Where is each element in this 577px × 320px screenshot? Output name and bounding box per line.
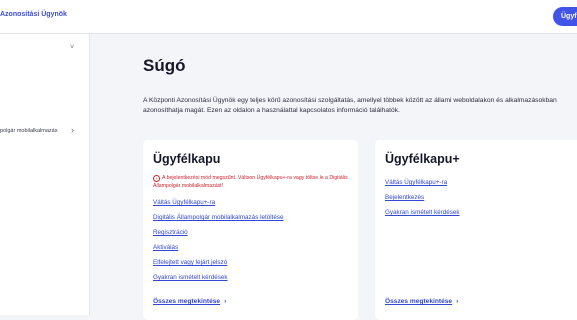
brand-title[interactable]: Azonosítási Ügynök (0, 11, 67, 18)
card-ugyfelkapu-plus: Ügyfélkapu+ Váltás Ügyfélkapu+-ra Bejele… (375, 140, 577, 320)
intro-text: A Központi Azonosítási Ügynök egy teljes… (143, 97, 557, 114)
chevron-right-icon: › (456, 298, 459, 305)
chevron-down-icon[interactable]: ˅ (70, 44, 74, 51)
chevron-right-icon: › (224, 298, 227, 305)
view-all-link[interactable]: Összes megtekintése › (385, 298, 458, 305)
card-ugyfelkapu: Ügyfélkapu ! A bejelentkezési mód megszűn… (143, 140, 358, 320)
link-switch-ugyfelkapu-plus[interactable]: Váltás Ügyfélkapu+-ra (153, 199, 215, 206)
link-download-mobile-app[interactable]: Digitális Állampolgár mobilalkalmazás le… (153, 214, 284, 221)
view-all-link[interactable]: Összes megtekintése › (153, 298, 226, 305)
main-content: Súgó A Központi Azonosítási Ügynök egy t… (90, 34, 577, 320)
link-faq[interactable]: Gyakran ismételt kérdések (153, 274, 228, 281)
card-title: Ügyfélkapu+ (385, 152, 460, 166)
link-faq[interactable]: Gyakran ismételt kérdések (385, 209, 460, 216)
view-all-label: Összes megtekintése (153, 298, 221, 305)
sidebar: ˅ polgár mobilalkalmazás › (0, 34, 90, 315)
link-forgotten-password[interactable]: Elfelejtett vagy lejárt jelszó (153, 259, 227, 266)
link-login[interactable]: Bejelentkezés (385, 194, 424, 201)
link-switch-ugyfelkapu-plus[interactable]: Váltás Ügyfélkapu+-ra (385, 179, 447, 186)
top-bar: Azonosítási Ügynök Ügyf (0, 0, 577, 34)
login-button[interactable]: Ügyf (553, 7, 577, 26)
warning-text: A bejelentkezési mód megszűnt. Váltson Ü… (153, 175, 348, 189)
sidebar-item-mobile-app[interactable]: polgár mobilalkalmazás (0, 128, 57, 134)
link-registration[interactable]: Regisztráció (153, 229, 188, 236)
page-title: Súgó (143, 56, 186, 75)
warning-message: ! A bejelentkezési mód megszűnt. Váltson … (153, 175, 353, 190)
warning-icon: ! (153, 175, 160, 182)
chevron-right-icon[interactable]: › (71, 126, 74, 135)
link-activation[interactable]: Aktiválás (153, 244, 178, 251)
view-all-label: Összes megtekintése (385, 298, 453, 305)
card-title: Ügyfélkapu (153, 152, 221, 166)
